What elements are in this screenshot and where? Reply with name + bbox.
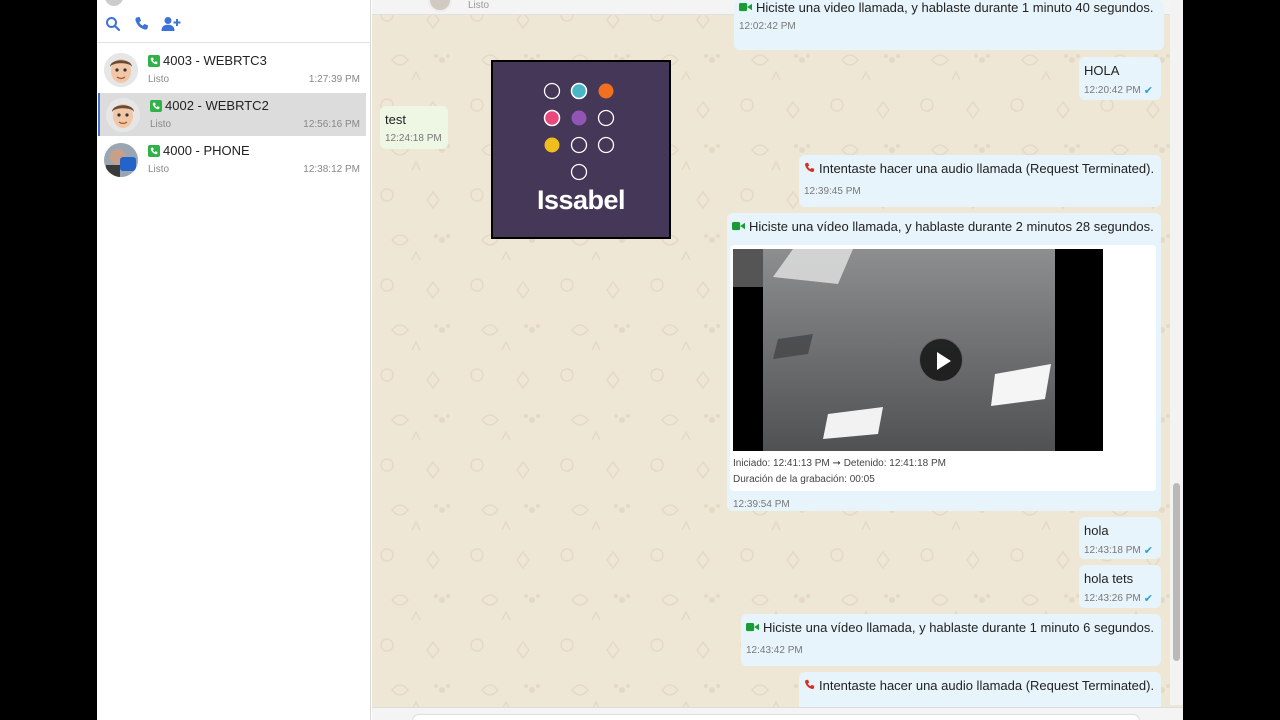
message-time: 12:43:26 PM ✔ [1084, 593, 1153, 605]
phone-icon[interactable] [134, 16, 152, 34]
call-message: Hiciste una video llamada, y hablaste du… [734, 0, 1164, 50]
outgoing-message: HOLA 12:20:42 PM ✔ [1079, 57, 1161, 100]
phone-icon [148, 144, 160, 157]
video-frame [733, 249, 1103, 451]
contact-time: 12:56:16 PM [303, 119, 360, 130]
check-icon: ✔ [1143, 593, 1153, 605]
image-message[interactable]: Issabel [491, 60, 671, 239]
contact-name-text: 4000 - PHONE [163, 143, 250, 158]
user-avatar[interactable] [105, 0, 123, 6]
app-window: 4003 - WEBRTC3 Listo 1:27:39 PM 4002 - W… [97, 0, 1183, 720]
video-call-message: Hiciste una vídeo llamada, y hablaste du… [727, 213, 1161, 511]
video-call-icon [746, 620, 759, 635]
message-text: Hiciste una video llamada, y hablaste du… [739, 0, 1159, 15]
avatar [104, 143, 138, 177]
sidebar-toolbar [97, 0, 371, 43]
message-time: 12:39:45 PM [804, 186, 861, 197]
phone-icon [148, 54, 160, 67]
scrollbar-thumb[interactable] [1173, 483, 1180, 661]
message-text: hola tets [1084, 571, 1134, 586]
check-icon: ✔ [1143, 85, 1153, 97]
message-text: test [385, 112, 406, 127]
avatar [106, 98, 140, 132]
contact-name-text: 4003 - WEBRTC3 [163, 53, 267, 68]
contact-status: Listo [150, 119, 172, 130]
message-text: Intentaste hacer una audio llamada (Requ… [804, 161, 1156, 176]
contact-time: 1:27:39 PM [308, 74, 360, 85]
phone-icon [150, 99, 162, 112]
video-call-icon [732, 219, 745, 234]
recording-duration: Duración de la grabación: 00:05 [733, 474, 875, 485]
contact-name: 4003 - WEBRTC3 [148, 53, 267, 68]
call-message: Intentaste hacer una audio llamada (Requ… [799, 672, 1161, 712]
logo-text: Issabel [536, 185, 626, 215]
outgoing-message: hola tets 12:43:26 PM ✔ [1079, 565, 1161, 608]
outgoing-message: hola 12:43:18 PM ✔ [1079, 517, 1161, 559]
message-time: 12:24:18 PM [385, 133, 442, 144]
message-time: 12:43:18 PM ✔ [1084, 545, 1153, 557]
phone-red-icon [804, 678, 815, 693]
contact-name: 4000 - PHONE [148, 143, 250, 158]
incoming-message: test 12:24:18 PM [380, 106, 448, 149]
add-user-icon[interactable] [161, 16, 181, 34]
play-icon [937, 352, 951, 370]
contact-item-4003[interactable]: 4003 - WEBRTC3 Listo 1:27:39 PM [98, 48, 366, 91]
message-time: 12:39:54 PM [733, 499, 790, 510]
contact-item-4000[interactable]: 4000 - PHONE Listo 12:38:12 PM [98, 138, 366, 181]
message-text: HOLA [1084, 63, 1120, 78]
search-icon[interactable] [105, 16, 123, 34]
contact-name-text: 4002 - WEBRTC2 [165, 98, 269, 113]
call-message: Hiciste una vídeo llamada, y hablaste du… [741, 614, 1161, 666]
message-composer [372, 707, 1183, 720]
play-button[interactable] [919, 338, 963, 382]
message-time: 12:43:42 PM [746, 645, 803, 656]
message-text: hola [1084, 523, 1109, 538]
chat-scrollbar[interactable] [1170, 0, 1183, 705]
contacts-sidebar: 4003 - WEBRTC3 Listo 1:27:39 PM 4002 - W… [97, 0, 371, 720]
recording-times: Iniciado: 12:41:13 PM ➞ Detenido: 12:41:… [733, 458, 946, 469]
contact-name: 4002 - WEBRTC2 [150, 98, 269, 113]
video-player[interactable] [733, 249, 1103, 451]
chat-header-status: Listo [468, 0, 490, 11]
call-message: Intentaste hacer una audio llamada (Requ… [799, 155, 1161, 207]
recording-info: Iniciado: 12:41:13 PM ➞ Detenido: 12:41:… [733, 456, 946, 488]
message-text: Intentaste hacer una audio llamada (Requ… [804, 678, 1156, 693]
check-icon: ✔ [1143, 545, 1153, 557]
avatar[interactable] [428, 0, 452, 12]
phone-red-icon [804, 161, 815, 176]
video-call-icon [739, 0, 752, 15]
contact-status: Listo [148, 74, 170, 85]
arrow-right-icon: ➞ [832, 458, 841, 469]
avatar [104, 53, 138, 87]
chat-panel: Listo Hiciste una video llamada, y habla… [372, 0, 1183, 720]
message-text: Hiciste una vídeo llamada, y hablaste du… [746, 620, 1156, 635]
message-time: 12:02:42 PM [739, 21, 796, 32]
message-text: Hiciste una vídeo llamada, y hablaste du… [732, 219, 1156, 234]
contact-status: Listo [148, 164, 170, 175]
contact-time: 12:38:12 PM [303, 164, 360, 175]
contact-item-4002[interactable]: 4002 - WEBRTC2 Listo 12:56:16 PM [98, 93, 366, 136]
message-time: 12:20:42 PM ✔ [1084, 85, 1153, 97]
message-input[interactable] [412, 714, 1140, 720]
